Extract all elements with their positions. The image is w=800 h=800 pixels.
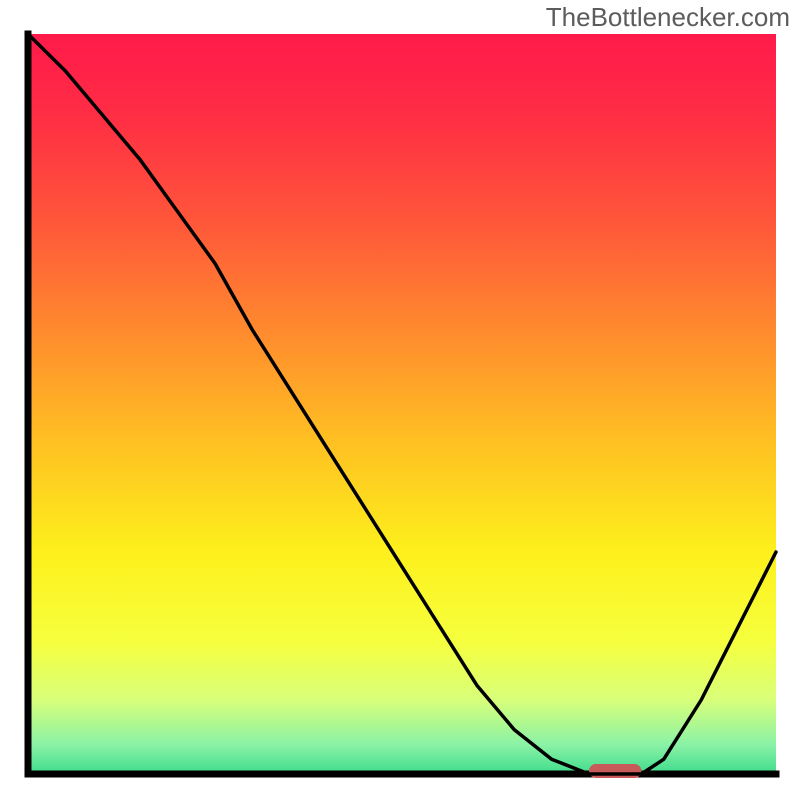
- optimal-marker: [589, 764, 641, 778]
- gradient-background: [28, 34, 776, 774]
- plot-wrapper: [0, 0, 800, 800]
- bottleneck-chart: [0, 0, 800, 800]
- chart-container: TheBottlenecker.com: [0, 0, 800, 800]
